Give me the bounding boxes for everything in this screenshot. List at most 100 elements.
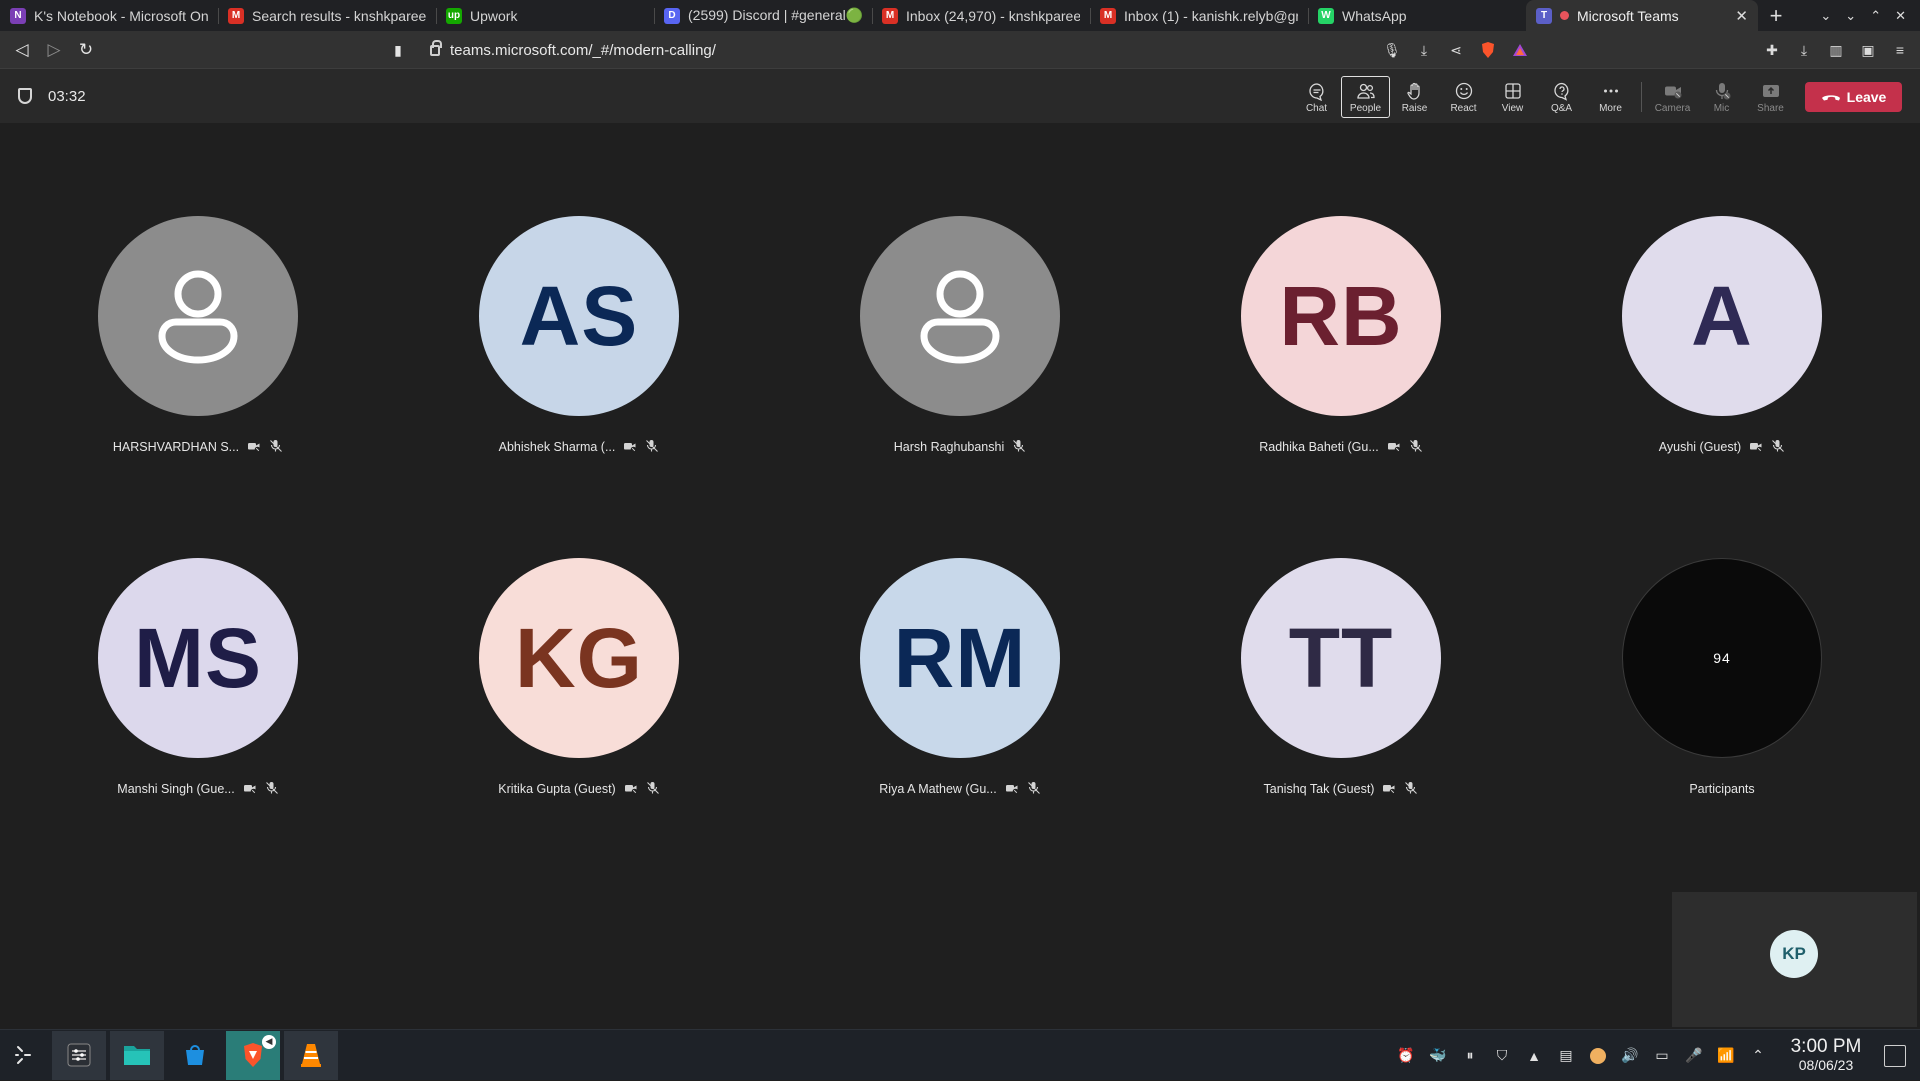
- participant-name-row: Ayushi (Guest): [1602, 438, 1842, 456]
- participant-tile[interactable]: MS Manshi Singh (Gue...: [78, 558, 318, 798]
- participant-tile[interactable]: AS Abhishek Sharma (...: [459, 216, 699, 456]
- share-icon[interactable]: ⋖: [1440, 34, 1472, 66]
- brightness-icon[interactable]: [1582, 1040, 1614, 1072]
- browser-tab[interactable]: M Search results - knshkpareek@: [218, 0, 436, 31]
- participant-avatar: A: [1622, 216, 1822, 416]
- minimize-icon[interactable]: ⌄: [1845, 8, 1856, 24]
- battery-icon[interactable]: ▭: [1646, 1040, 1678, 1072]
- downloads-icon[interactable]: ⤓: [1788, 34, 1820, 66]
- default-avatar-icon: [98, 216, 298, 416]
- tab-title: (2599) Discord | #general🟢 |: [688, 7, 862, 23]
- participant-name: Ayushi (Guest): [1658, 440, 1742, 454]
- browser-tab[interactable]: D (2599) Discord | #general🟢 |: [654, 0, 872, 31]
- participant-tile[interactable]: KG Kritika Gupta (Guest): [459, 558, 699, 798]
- taskbar-brave-app[interactable]: ◀: [226, 1030, 280, 1080]
- menu-icon[interactable]: ≡: [1884, 34, 1916, 66]
- qa-button[interactable]: Q&A: [1537, 76, 1586, 118]
- url-text[interactable]: teams.microsoft.com/_#/modern-calling/: [450, 42, 716, 59]
- camera-off-icon: [243, 781, 257, 798]
- taskbar-settings-app[interactable]: [52, 1030, 106, 1080]
- wallet-icon[interactable]: ▣: [1852, 34, 1884, 66]
- show-desktop-icon[interactable]: [1884, 1044, 1906, 1067]
- vlc-tray-icon[interactable]: ▲: [1518, 1040, 1550, 1072]
- participant-name: Kritika Gupta (Guest): [498, 782, 616, 796]
- browser-tab[interactable]: N K's Notebook - Microsoft OneNote: [0, 0, 218, 31]
- bookmark-icon[interactable]: ▮: [382, 34, 414, 66]
- chat-button[interactable]: Chat: [1292, 76, 1341, 118]
- browser-tab[interactable]: W WhatsApp: [1308, 0, 1526, 31]
- participant-avatar: AS: [479, 216, 679, 416]
- raise-hand-icon: [1406, 82, 1420, 100]
- wifi-icon[interactable]: 📶: [1710, 1040, 1742, 1072]
- taskbar-clock[interactable]: 3:00 PM 08/06/23: [1782, 1036, 1870, 1073]
- clipboard-icon[interactable]: ▤: [1550, 1040, 1582, 1072]
- reload-icon[interactable]: ↻: [70, 34, 102, 66]
- overflow-avatar: 94: [1622, 558, 1822, 758]
- participant-tile[interactable]: HARSHVARDHAN S...: [78, 216, 318, 456]
- overflow-participants-tile[interactable]: 94 Participants: [1602, 558, 1842, 798]
- participant-name-row: HARSHVARDHAN S...: [78, 438, 318, 456]
- close-tab-icon[interactable]: ✕: [1735, 7, 1748, 25]
- share-button[interactable]: Share: [1746, 76, 1795, 118]
- mic-muted-icon: [1012, 439, 1026, 456]
- participant-tile[interactable]: TT Tanishq Tak (Guest): [1221, 558, 1461, 798]
- brave-shields-icon[interactable]: [1472, 34, 1504, 66]
- tray-expand-icon[interactable]: ⌃: [1742, 1040, 1774, 1072]
- tab-title: WhatsApp: [1342, 7, 1407, 24]
- install-icon[interactable]: ⤓: [1408, 34, 1440, 66]
- view-button[interactable]: View: [1488, 76, 1537, 118]
- browser-tab[interactable]: M Inbox (1) - kanishk.relyb@gma: [1090, 0, 1308, 31]
- new-tab-button[interactable]: +: [1758, 0, 1794, 31]
- participant-tile[interactable]: A Ayushi (Guest): [1602, 216, 1842, 456]
- microphone-tray-icon[interactable]: 🎤: [1678, 1040, 1710, 1072]
- camera-button[interactable]: Camera: [1648, 76, 1697, 118]
- tab-search-icon[interactable]: ⌄: [1820, 8, 1831, 24]
- participant-name: Tanishq Tak (Guest): [1263, 782, 1375, 796]
- extensions-icon[interactable]: ✚: [1756, 34, 1788, 66]
- leave-button[interactable]: Leave: [1805, 82, 1902, 112]
- tray-shield-icon[interactable]: ⛉: [1486, 1040, 1518, 1072]
- docker-icon[interactable]: 🐳: [1422, 1040, 1454, 1072]
- back-icon[interactable]: ◁: [6, 34, 38, 66]
- forward-icon[interactable]: ▷: [38, 34, 70, 66]
- participant-tile[interactable]: RM Riya A Mathew (Gu...: [840, 558, 1080, 798]
- clock-time: 3:00 PM: [1790, 1036, 1862, 1058]
- os-taskbar: ◀ ⏰ 🐳 ⏸ ⛉ ▲ ▤ 🔊 ▭ 🎤 📶 ⌃ 3:00 PM 08/06/23: [0, 1029, 1920, 1080]
- taskbar-vlc-app[interactable]: [284, 1030, 338, 1080]
- browser-tab-strip: N K's Notebook - Microsoft OneNote M Search…: [0, 0, 1920, 31]
- taskbar-store-app[interactable]: [168, 1031, 222, 1080]
- volume-icon[interactable]: 🔊: [1614, 1040, 1646, 1072]
- meeting-stage: 94 Participants KP HARSHVARDHAN S... AS Ab…: [0, 123, 1920, 1029]
- browser-toolbar: ◁ ▷ ↻ ▮ teams.microsoft.com/_#/modern-ca…: [0, 31, 1920, 69]
- microphone-permission-icon[interactable]: 🎙: [1376, 34, 1408, 66]
- participant-tile[interactable]: RB Radhika Baheti (Gu...: [1221, 216, 1461, 456]
- taskbar-files-app[interactable]: [110, 1030, 164, 1080]
- camera-label: Camera: [1654, 102, 1691, 114]
- hang-up-icon: [1821, 95, 1840, 101]
- people-button[interactable]: People: [1341, 76, 1390, 118]
- app-launcher-icon[interactable]: [0, 1031, 48, 1080]
- sidebar-icon[interactable]: ▥: [1820, 34, 1852, 66]
- browser-tab[interactable]: T Microsoft Teams ✕: [1526, 0, 1758, 31]
- close-window-icon[interactable]: ✕: [1895, 8, 1906, 24]
- raise-hand-button[interactable]: Raise: [1390, 76, 1439, 118]
- media-pause-icon[interactable]: ⏸: [1454, 1040, 1486, 1072]
- browser-tab[interactable]: up Upwork: [436, 0, 654, 31]
- notifications-icon[interactable]: ⏰: [1390, 1040, 1422, 1072]
- lock-icon: [430, 39, 442, 56]
- browser-tab[interactable]: M Inbox (24,970) - knshkpareek@: [872, 0, 1090, 31]
- mic-muted-icon: [646, 781, 660, 798]
- react-button[interactable]: React: [1439, 76, 1488, 118]
- participant-name-row: Manshi Singh (Gue...: [78, 780, 318, 798]
- tab-title: Inbox (24,970) - knshkpareek@: [906, 7, 1080, 24]
- more-button[interactable]: More: [1586, 76, 1635, 118]
- mic-button[interactable]: Mic: [1697, 76, 1746, 118]
- address-bar[interactable]: teams.microsoft.com/_#/modern-calling/: [430, 31, 716, 69]
- tab-title: Inbox (1) - kanishk.relyb@gma: [1124, 7, 1298, 24]
- self-view-tile[interactable]: KP: [1672, 892, 1917, 1027]
- maximize-icon[interactable]: ⌃: [1870, 8, 1881, 24]
- participant-tile[interactable]: Harsh Raghubanshi: [840, 216, 1080, 456]
- mic-muted-icon: [645, 439, 659, 456]
- overflow-count: 94: [1713, 650, 1731, 666]
- brave-rewards-icon[interactable]: [1504, 34, 1536, 66]
